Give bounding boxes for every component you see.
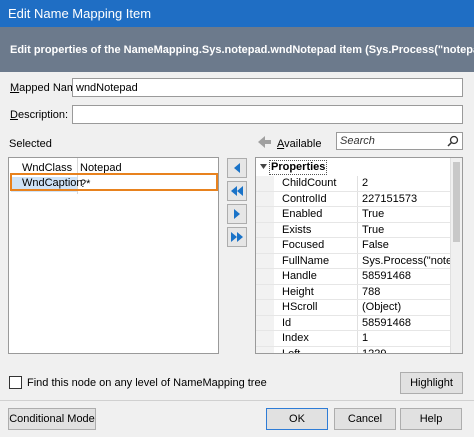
property-row[interactable]: Handle 58591468: [256, 269, 451, 285]
property-key: Index: [282, 332, 309, 344]
property-row[interactable]: ControlId 227151573: [256, 192, 451, 207]
property-row[interactable]: ChildCount 2: [256, 176, 451, 192]
property-value: 788: [362, 285, 381, 298]
double-arrow-right-icon: [231, 232, 243, 242]
available-properties-grid[interactable]: Properties ChildCount 2 ControlId 227151573…: [255, 157, 463, 354]
description-input[interactable]: [72, 105, 463, 124]
property-value: 58591468: [362, 270, 411, 282]
property-key: ControlId: [282, 192, 327, 205]
description-label: Description:: [10, 109, 69, 121]
property-value: (Object): [362, 301, 402, 313]
arrow-right-icon: [234, 209, 240, 219]
property-key: FullName: [282, 254, 330, 267]
properties-group-label: Properties: [269, 160, 328, 175]
property-key: ChildCount: [282, 177, 337, 189]
arrow-left-icon: [234, 163, 240, 173]
property-key: Left: [282, 347, 301, 354]
property-key: Exists: [282, 223, 312, 236]
property-value: 2: [362, 177, 369, 189]
property-value: 1: [362, 332, 369, 344]
property-key: HScroll: [282, 301, 318, 313]
property-value: True: [362, 223, 385, 236]
collapse-icon: [260, 164, 267, 169]
property-key: Handle: [282, 270, 317, 282]
highlight-frame: [10, 173, 218, 191]
property-value: False: [362, 239, 389, 251]
property-row[interactable]: Height 788: [256, 285, 451, 300]
divider: [0, 400, 474, 401]
description-label-rest: escription:: [17, 109, 69, 121]
property-row[interactable]: FullName Sys.Process("note...: [256, 254, 451, 269]
search-placeholder: Search: [340, 135, 375, 147]
dialog-header: Edit properties of the NameMapping.Sys.n…: [0, 27, 474, 72]
property-key: Focused: [282, 239, 325, 251]
property-key: Id: [282, 316, 292, 329]
move-right-button[interactable]: [227, 204, 247, 224]
highlight-button[interactable]: Highlight: [400, 372, 463, 394]
property-value: 1229: [362, 347, 387, 354]
selected-label: Selected: [9, 138, 52, 150]
search-icon: [447, 135, 459, 147]
move-all-left-button[interactable]: [227, 181, 247, 201]
property-value: 227151573: [362, 192, 418, 205]
property-row[interactable]: Exists True: [256, 223, 451, 238]
mapped-name-input[interactable]: [72, 78, 463, 97]
move-all-right-button[interactable]: [227, 227, 247, 247]
scrollbar-thumb[interactable]: [453, 162, 460, 242]
cancel-button[interactable]: Cancel: [334, 408, 396, 430]
available-label-rest: vailable: [284, 138, 322, 150]
help-button[interactable]: Help: [400, 408, 462, 430]
property-row[interactable]: Id 58591468: [256, 316, 451, 331]
available-label: Available: [277, 138, 322, 150]
window-title: Edit Name Mapping Item: [0, 0, 474, 27]
property-value: Sys.Process("note...: [362, 254, 450, 267]
find-any-level-checkbox[interactable]: [9, 376, 22, 389]
property-row[interactable]: Left 1229: [256, 347, 451, 354]
property-row[interactable]: Index 1: [256, 331, 451, 347]
property-row[interactable]: Enabled True: [256, 207, 451, 223]
property-row[interactable]: HScroll (Object): [256, 300, 451, 316]
property-row[interactable]: Focused False: [256, 238, 451, 254]
move-left-button[interactable]: [227, 158, 247, 178]
find-any-level-label: Find this node on any level of NameMappi…: [27, 377, 267, 389]
property-value: 58591468: [362, 316, 411, 329]
property-value: True: [362, 208, 385, 220]
vertical-scrollbar[interactable]: [450, 158, 462, 353]
double-arrow-left-icon: [231, 186, 243, 196]
property-key: Enabled: [282, 208, 323, 220]
back-arrow-icon: [258, 136, 271, 148]
ok-button[interactable]: OK: [266, 408, 328, 430]
property-key: Height: [282, 285, 314, 298]
conditional-mode-button[interactable]: Conditional Mode: [8, 408, 96, 430]
search-input[interactable]: Search: [336, 132, 463, 150]
properties-group-header[interactable]: Properties: [256, 158, 451, 176]
